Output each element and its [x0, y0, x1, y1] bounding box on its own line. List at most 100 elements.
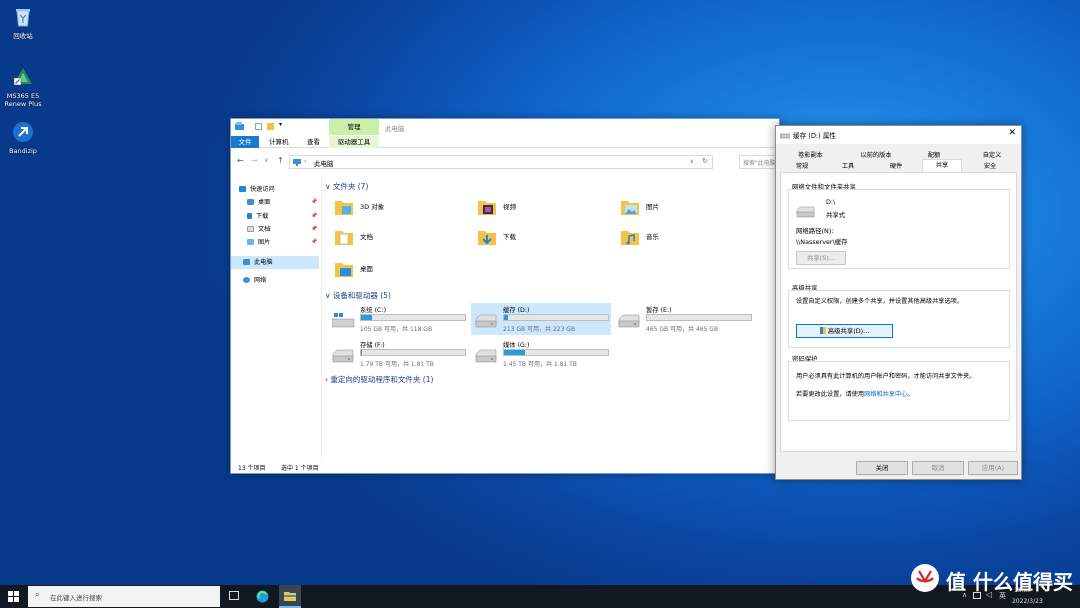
tab-view[interactable]: 查看 — [301, 136, 326, 148]
drive-e[interactable]: 暂存 (E:) 465 GB 可用，共 465 GB — [618, 305, 758, 335]
drives-group-header[interactable]: ∨ 设备和驱动器 (5) — [325, 290, 391, 301]
network-sharing-center-link[interactable]: 网络和共享中心 — [864, 391, 907, 398]
drive-usage-bar — [503, 349, 609, 356]
drive-c[interactable]: 系统 (C:) 105 GB 可用，共 118 GB — [332, 305, 472, 335]
nav-label: 图片 — [258, 239, 271, 246]
qat-properties-icon[interactable] — [255, 123, 262, 130]
redirect-group-header[interactable]: › 重定向的驱动程序和文件夹 (1) — [325, 374, 433, 385]
advanced-share-button[interactable]: 高级共享(D)... — [796, 324, 893, 338]
tab-computer[interactable]: 计算机 — [263, 136, 295, 148]
desktop-icon-bandizip[interactable]: Bandizip — [0, 121, 46, 155]
folder-videos[interactable]: 视频 — [477, 197, 607, 219]
drive-label: 存储 (F:) — [360, 342, 385, 349]
this-pc-icon — [293, 159, 301, 166]
share-button[interactable]: 共享(S)... — [796, 251, 846, 265]
nav-label: 网络 — [254, 277, 267, 284]
tab-tools[interactable]: 工具 — [828, 161, 868, 172]
breadcrumb-this-pc[interactable]: 此电脑 — [314, 158, 334, 168]
recent-dropdown-icon[interactable]: ∨ — [264, 157, 268, 164]
nav-network[interactable]: 网络 — [243, 276, 266, 285]
window-title: 此电脑 — [385, 125, 405, 133]
edge-browser-icon[interactable] — [256, 590, 269, 603]
drive-usage-fill — [504, 315, 509, 320]
desktop-icon-recycle-bin[interactable]: 回收站 — [0, 6, 46, 40]
tab-previous-versions[interactable]: 以前的版本 — [850, 150, 902, 161]
drive-share-icon — [796, 206, 815, 218]
folders-group-header[interactable]: ∨ 文件夹 (7) — [325, 181, 368, 192]
drive-d[interactable]: 缓存 (D:) 213 GB 可用，共 223 GB — [475, 305, 615, 335]
apply-button[interactable]: 应用(A) — [968, 461, 1018, 475]
nav-item-desktop[interactable]: 桌面 — [247, 198, 270, 207]
nav-item-documents[interactable]: 文档 — [247, 225, 270, 234]
pictures-icon — [247, 239, 254, 245]
tab-general[interactable]: 常规 — [782, 161, 822, 172]
folder-label: 桌面 — [360, 265, 373, 273]
button-label: 高级共享(D)... — [827, 327, 870, 335]
folder-pictures[interactable]: 图片 — [620, 197, 750, 219]
cancel-button[interactable]: 取消 — [912, 461, 964, 475]
search-box[interactable]: 搜索"此电脑" — [739, 155, 779, 169]
tab-file[interactable]: 文件 — [231, 136, 259, 148]
drive-space: 213 GB 可用，共 223 GB — [503, 326, 576, 333]
folder-downloads[interactable]: 下载 — [477, 227, 607, 249]
taskbar-search-box[interactable]: ⌕ 在此键入进行搜索 — [28, 586, 220, 607]
pwd-desc: 用户必须具有此计算机的用户帐户和密码，才能访问共享文件夹。 — [796, 373, 976, 380]
nav-this-pc[interactable]: 此电脑 — [243, 258, 273, 267]
expand-chevron-icon: ∨ — [325, 182, 333, 191]
folder-music[interactable]: 音乐 — [620, 227, 750, 249]
qat-newfolder-icon[interactable] — [267, 123, 274, 130]
explorer-taskbar-button[interactable] — [279, 585, 301, 608]
drive-usage-bar — [360, 349, 466, 356]
tab-customize[interactable]: 自定义 — [972, 150, 1012, 161]
drive-f[interactable]: 存储 (F:) 1.79 TB 可用，共 1.81 TB — [332, 340, 472, 370]
tab-hardware[interactable]: 硬件 — [876, 161, 916, 172]
hard-drive-icon — [332, 349, 354, 363]
pin-icon: 📌 — [311, 226, 318, 232]
folder-3d-objects[interactable]: 3D 对象 — [334, 197, 464, 219]
drive-label: 暂存 (E:) — [646, 307, 672, 314]
watermark-text: 值 什么值得买 — [946, 570, 1073, 594]
explorer-window: ▾ 管理 此电脑 文件 计算机 查看 驱动器工具 ← → ∨ ↑ › 此电脑 ∨… — [230, 118, 780, 474]
dialog-titlebar: 缓存 (D:) 属性 ✕ — [776, 126, 1021, 144]
drive-g[interactable]: 媒体 (G:) 1.45 TB 可用，共 1.81 TB — [475, 340, 615, 370]
windows-start-icon[interactable] — [8, 591, 19, 602]
tab-security[interactable]: 安全 — [970, 161, 1010, 172]
pin-icon: 📌 — [311, 213, 318, 219]
drive-usage-bar — [360, 314, 466, 321]
nav-quick-access[interactable]: 快速访问 — [239, 185, 275, 194]
properties-dialog: 缓存 (D:) 属性 ✕ 卷影副本 以前的版本 配额 自定义 常规 工具 硬件 … — [775, 125, 1022, 480]
smzdm-logo-icon — [911, 564, 939, 592]
tab-drive-tools[interactable]: 驱动器工具 — [329, 136, 379, 148]
bandizip-icon — [13, 122, 33, 142]
back-arrow-icon[interactable]: ← — [237, 156, 244, 165]
nav-label: 下载 — [256, 213, 269, 220]
address-dropdown-icon[interactable]: ∨ — [690, 158, 694, 165]
download-arrow-icon — [247, 213, 252, 219]
pane-divider — [321, 175, 322, 459]
address-bar[interactable]: › 此电脑 ∨ ↻ — [289, 155, 713, 169]
status-selected-count: 选中 1 个项目 — [281, 465, 319, 472]
close-icon[interactable]: ✕ — [1008, 128, 1016, 138]
refresh-icon[interactable]: ↻ — [702, 157, 708, 165]
folder-documents[interactable]: 文档 — [334, 227, 464, 249]
close-button[interactable]: 关闭 — [856, 461, 908, 475]
nav-item-pictures[interactable]: 图片 — [247, 238, 270, 247]
folder-label: 下载 — [503, 233, 516, 241]
adv-share-desc: 设置自定义权限，创建多个共享，并设置其他高级共享选项。 — [796, 298, 964, 305]
hard-drive-icon — [475, 349, 497, 363]
forward-arrow-icon[interactable]: → — [251, 156, 258, 165]
tab-sharing[interactable]: 共享 — [922, 159, 962, 172]
search-icon: ⌕ — [35, 590, 40, 599]
up-arrow-icon[interactable]: ↑ — [277, 156, 284, 165]
task-view-icon[interactable] — [229, 591, 239, 600]
clock-date[interactable]: 2022/3/23 — [1012, 598, 1043, 605]
folder-desktop[interactable]: 桌面 — [334, 259, 464, 281]
manage-context-tab[interactable]: 管理 — [329, 119, 379, 135]
share-name: D:\ — [826, 198, 836, 206]
windows-drive-icon — [332, 313, 355, 328]
tab-shadow-copies[interactable]: 卷影副本 — [788, 150, 833, 161]
folder-label: 视频 — [503, 203, 516, 211]
desktop-icon-ms365[interactable]: MS365 E5 Renew Plus — [0, 66, 46, 108]
nav-item-downloads[interactable]: 下载 — [247, 212, 268, 221]
qat-dropdown-icon[interactable]: ▾ — [279, 121, 282, 128]
